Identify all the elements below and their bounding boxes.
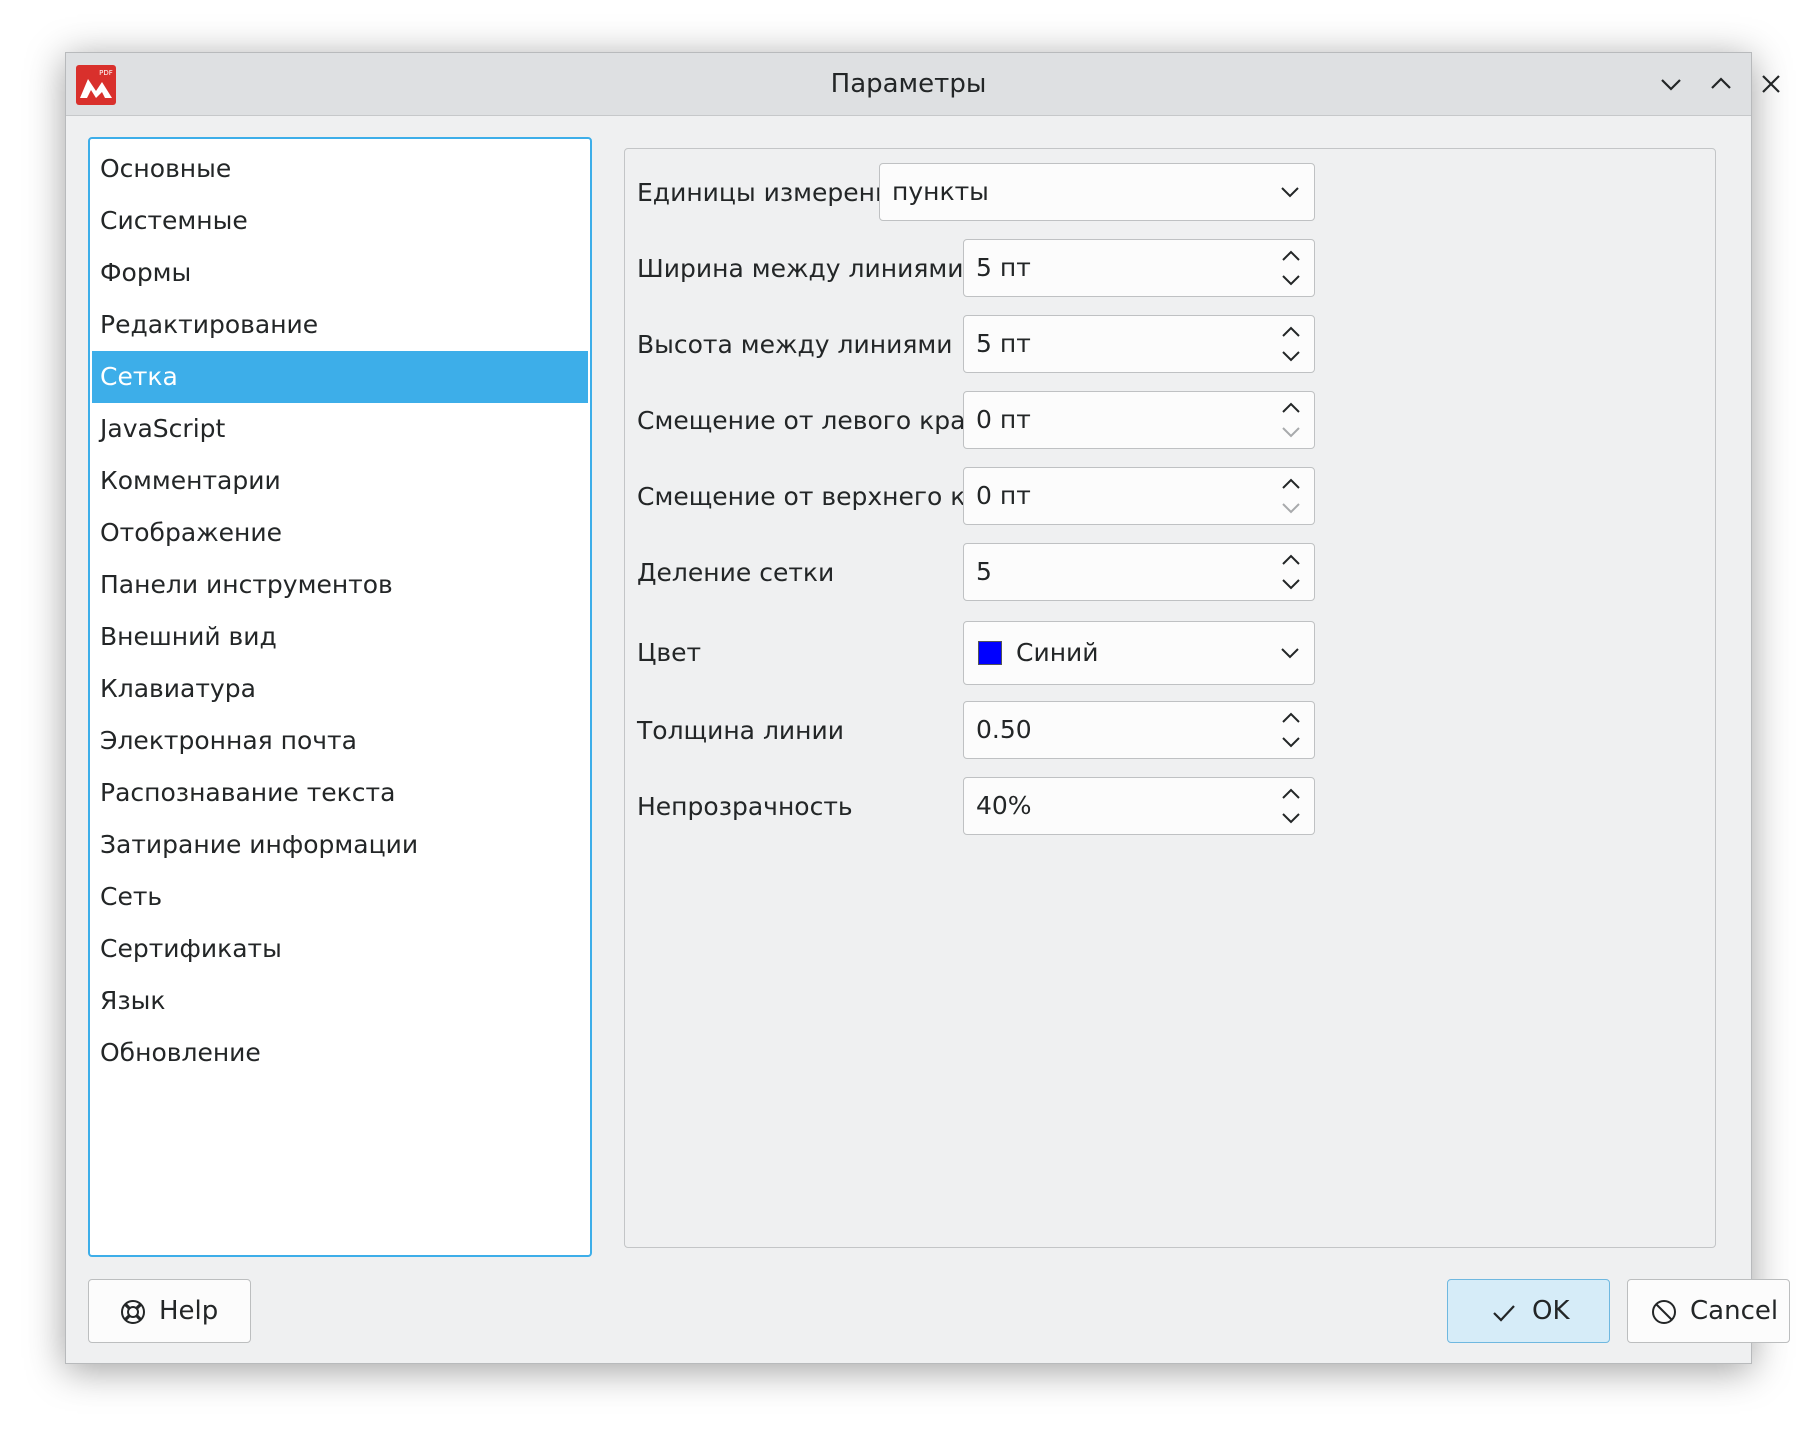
opacity-value: 40%	[976, 791, 1032, 820]
sidebar-item-keyboard[interactable]: Клавиатура	[92, 663, 588, 715]
units-value: пункты	[892, 177, 989, 206]
cancel-label: Cancel	[1690, 1296, 1779, 1326]
units-dropdown[interactable]: пункты	[879, 163, 1315, 221]
top-offset-row: Смещение от верхнего края 0 пт	[625, 467, 1715, 527]
sidebar-item-language[interactable]: Язык	[92, 975, 588, 1027]
maximize-icon	[1711, 77, 1731, 89]
units-row: Единицы измерения пункты	[625, 163, 1715, 223]
spin-down-icon[interactable]	[1278, 574, 1304, 594]
width-between-lines-label: Ширина между линиями	[637, 254, 964, 283]
help-label: Help	[159, 1296, 219, 1326]
spin-down-icon[interactable]	[1278, 346, 1304, 366]
line-thickness-value: 0.50	[976, 715, 1032, 744]
left-offset-value: 0 пт	[976, 405, 1031, 434]
top-offset-value: 0 пт	[976, 481, 1031, 510]
left-offset-label: Смещение от левого края	[637, 406, 981, 435]
sidebar-item-updates[interactable]: Обновление	[92, 1027, 588, 1079]
minimize-button[interactable]	[1656, 69, 1686, 99]
cancel-icon	[1650, 1298, 1678, 1326]
spin-down-icon	[1278, 422, 1304, 442]
sidebar-item-certificates[interactable]: Сертификаты	[92, 923, 588, 975]
sidebar-item-redaction[interactable]: Затирание информации	[92, 819, 588, 871]
help-button[interactable]: Help	[88, 1279, 251, 1343]
sidebar-item-email[interactable]: Электронная почта	[92, 715, 588, 767]
sidebar-item-grid[interactable]: Сетка	[92, 351, 588, 403]
opacity-label: Непрозрачность	[637, 792, 853, 821]
sidebar-item-appearance[interactable]: Внешний вид	[92, 611, 588, 663]
window-title: Параметры	[830, 69, 987, 99]
sidebar-item-javascript[interactable]: JavaScript	[92, 403, 588, 455]
height-between-lines-value: 5 пт	[976, 329, 1031, 358]
sidebar-item-editing[interactable]: Редактирование	[92, 299, 588, 351]
ok-label: OK	[1532, 1296, 1570, 1326]
line-thickness-spinbox[interactable]: 0.50	[963, 701, 1315, 759]
color-dropdown[interactable]: Синий	[963, 621, 1315, 685]
spin-up-icon[interactable]	[1278, 398, 1304, 418]
units-label: Единицы измерения	[637, 178, 907, 207]
minimize-icon	[1661, 79, 1681, 91]
chevron-down-icon	[1276, 639, 1304, 667]
left-offset-row: Смещение от левого края 0 пт	[625, 391, 1715, 451]
color-swatch	[978, 641, 1002, 665]
checkmark-icon	[1490, 1298, 1518, 1326]
cancel-button[interactable]: Cancel	[1627, 1279, 1790, 1343]
height-between-lines-row: Высота между линиями 5 пт	[625, 315, 1715, 375]
category-list[interactable]: Основные Системные Формы Редактирование …	[88, 137, 592, 1257]
spin-down-icon[interactable]	[1278, 808, 1304, 828]
close-icon	[1762, 75, 1780, 93]
sidebar-item-network[interactable]: Сеть	[92, 871, 588, 923]
spin-up-icon[interactable]	[1278, 322, 1304, 342]
width-between-lines-value: 5 пт	[976, 253, 1031, 282]
grid-settings-panel: Единицы измерения пункты Ширина между ли…	[624, 148, 1716, 1248]
spin-down-icon[interactable]	[1278, 270, 1304, 290]
width-between-lines-spinbox[interactable]: 5 пт	[963, 239, 1315, 297]
left-offset-spinbox[interactable]: 0 пт	[963, 391, 1315, 449]
subdivisions-spinbox[interactable]: 5	[963, 543, 1315, 601]
sidebar-item-system[interactable]: Системные	[92, 195, 588, 247]
close-button[interactable]	[1756, 69, 1786, 99]
subdivisions-value: 5	[976, 557, 992, 586]
line-thickness-row: Толщина линии 0.50	[625, 701, 1715, 761]
height-between-lines-spinbox[interactable]: 5 пт	[963, 315, 1315, 373]
ok-button[interactable]: OK	[1447, 1279, 1610, 1343]
sidebar-item-forms[interactable]: Формы	[92, 247, 588, 299]
width-between-lines-row: Ширина между линиями 5 пт	[625, 239, 1715, 299]
top-offset-spinbox[interactable]: 0 пт	[963, 467, 1315, 525]
sidebar-item-display[interactable]: Отображение	[92, 507, 588, 559]
opacity-row: Непрозрачность 40%	[625, 777, 1715, 837]
preferences-dialog: PDF Параметры Основные Системные Формы Р…	[65, 52, 1790, 1364]
spin-up-icon[interactable]	[1278, 246, 1304, 266]
title-bar[interactable]: PDF Параметры	[66, 53, 1780, 116]
color-row: Цвет Синий	[625, 621, 1715, 685]
height-between-lines-label: Высота между линиями	[637, 330, 953, 359]
spin-up-icon[interactable]	[1278, 784, 1304, 804]
subdivisions-label: Деление сетки	[637, 558, 835, 587]
sidebar-item-toolbars[interactable]: Панели инструментов	[92, 559, 588, 611]
spin-up-icon[interactable]	[1278, 474, 1304, 494]
spin-up-icon[interactable]	[1278, 708, 1304, 728]
spin-down-icon[interactable]	[1278, 732, 1304, 752]
maximize-button[interactable]	[1706, 69, 1736, 99]
top-offset-label: Смещение от верхнего края	[637, 482, 1012, 511]
sidebar-item-comments[interactable]: Комментарии	[92, 455, 588, 507]
color-value: Синий	[1016, 638, 1099, 667]
sidebar-item-general[interactable]: Основные	[92, 143, 588, 195]
color-label: Цвет	[637, 638, 702, 667]
opacity-spinbox[interactable]: 40%	[963, 777, 1315, 835]
chevron-down-icon	[1276, 178, 1304, 206]
subdivisions-row: Деление сетки 5	[625, 543, 1715, 603]
spin-up-icon[interactable]	[1278, 550, 1304, 570]
sidebar-item-ocr[interactable]: Распознавание текста	[92, 767, 588, 819]
lifebuoy-icon	[119, 1298, 147, 1326]
line-thickness-label: Толщина линии	[637, 716, 845, 745]
spin-down-icon	[1278, 498, 1304, 518]
